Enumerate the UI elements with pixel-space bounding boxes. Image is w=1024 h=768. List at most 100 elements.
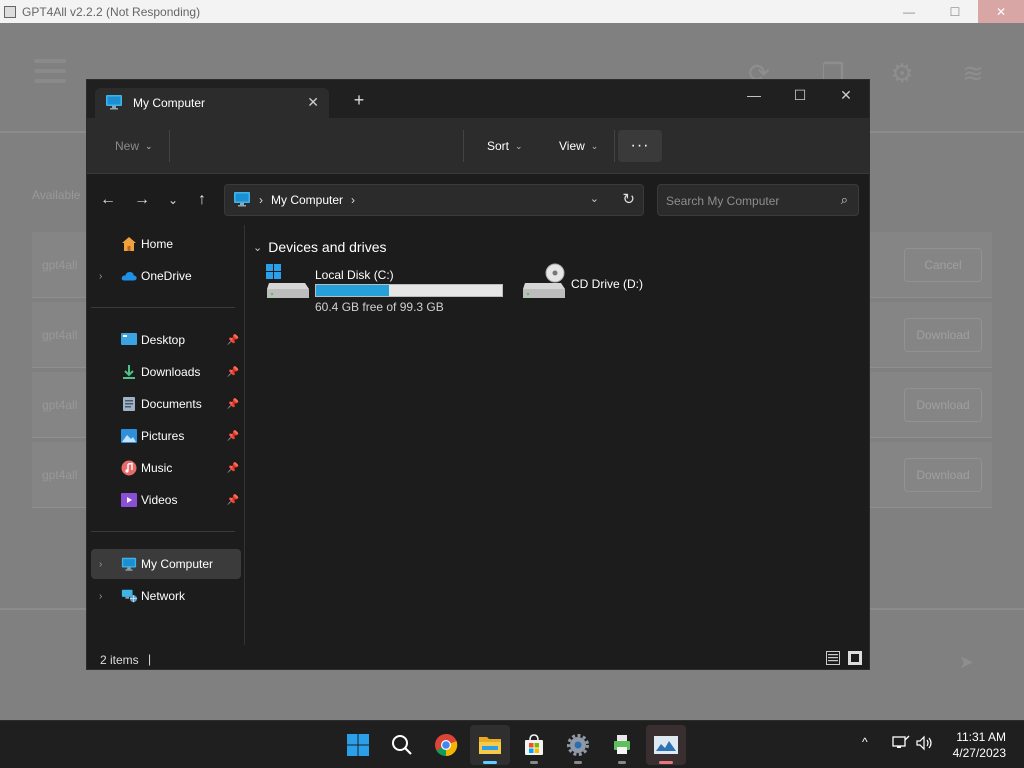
drive-local-disk-c[interactable]: Local Disk (C:) 60.4 GB free of 99.3 GB — [265, 263, 515, 314]
download-button[interactable]: Download — [904, 458, 982, 492]
sidebar-item-home[interactable]: Home — [91, 229, 241, 259]
sidebar-item-network[interactable]: › Network — [91, 581, 241, 611]
sidebar-item-downloads[interactable]: Downloads 📌 — [91, 357, 241, 387]
sidebar-item-videos[interactable]: Videos 📌 — [91, 485, 241, 515]
running-indicator — [574, 761, 582, 764]
expand-chevron-icon[interactable]: › — [99, 271, 102, 282]
sidebar-item-music[interactable]: Music 📌 — [91, 453, 241, 483]
more-options-button[interactable]: ··· — [618, 130, 662, 162]
minimize-button[interactable]: — — [731, 80, 777, 110]
group-title: Devices and drives — [268, 239, 387, 255]
background-window-title: GPT4All v2.2.2 (Not Responding) — [22, 4, 201, 19]
status-bar: 2 items | — [87, 645, 869, 669]
chrome-icon[interactable] — [426, 725, 466, 765]
drive-cd-d[interactable]: CD Drive (D:) — [521, 263, 661, 313]
status-divider: | — [148, 652, 152, 666]
sidebar-item-desktop[interactable]: Desktop 📌 — [91, 325, 241, 355]
item-count: 2 items — [100, 653, 139, 667]
file-explorer-window: My Computer ✕ + — ☐ ✕ New ⌄ Sort ⌄ View ⌄ ·… — [86, 79, 870, 670]
sidebar-item-my-computer[interactable]: › My Computer — [91, 549, 241, 579]
collapse-chevron-icon[interactable]: ⌄ — [253, 241, 262, 254]
network-icon[interactable]: ≋ — [958, 59, 988, 87]
system-clock[interactable]: 11:31 AM 4/27/2023 — [953, 729, 1006, 761]
bg-minimize-button[interactable]: — — [886, 0, 932, 23]
clock-date: 4/27/2023 — [952, 746, 1006, 760]
model-name: gpt4all — [42, 468, 78, 482]
pin-icon: 📌 — [226, 398, 239, 410]
search-icon[interactable]: ⌕ — [841, 192, 848, 208]
chevron-down-icon: ⌄ — [145, 140, 153, 151]
address-bar[interactable]: › My Computer › ⌄ ↻ — [224, 184, 644, 216]
toolbar-divider — [463, 130, 464, 162]
breadcrumb-chevron-icon[interactable]: › — [351, 193, 355, 207]
microsoft-store-icon[interactable] — [514, 725, 554, 765]
onedrive-cloud-icon — [121, 268, 137, 284]
expand-chevron-icon[interactable]: › — [99, 591, 102, 602]
bg-close-button[interactable]: ✕ — [978, 0, 1024, 23]
view-button[interactable]: View ⌄ — [559, 132, 598, 160]
hard-drive-windows-icon — [265, 263, 311, 303]
pin-icon: 📌 — [226, 494, 239, 506]
sidebar-item-pictures[interactable]: Pictures 📌 — [91, 421, 241, 451]
close-window-button[interactable]: ✕ — [823, 80, 869, 110]
pictures-icon — [121, 428, 137, 444]
back-arrow-icon[interactable]: ← — [96, 188, 120, 212]
search-input[interactable] — [666, 192, 826, 210]
tab-my-computer[interactable]: My Computer ✕ — [95, 88, 329, 118]
drive-free-space: 60.4 GB free of 99.3 GB — [315, 300, 444, 314]
search-icon[interactable] — [382, 725, 422, 765]
download-button[interactable]: Download — [904, 388, 982, 422]
up-arrow-icon[interactable]: ↑ — [190, 188, 214, 212]
address-dropdown-icon[interactable]: ⌄ — [590, 192, 599, 205]
search-box[interactable]: ⌕ — [657, 184, 859, 216]
file-explorer-icon[interactable] — [470, 725, 510, 765]
running-indicator — [530, 761, 538, 764]
sidebar-item-documents[interactable]: Documents 📌 — [91, 389, 241, 419]
sidebar-label: Music — [141, 461, 173, 475]
active-indicator — [483, 761, 497, 764]
monitor-icon — [105, 94, 123, 113]
recent-locations-chevron-icon[interactable]: ⌄ — [161, 188, 185, 212]
sidebar-item-onedrive[interactable]: › OneDrive — [91, 261, 241, 291]
settings-gear-icon[interactable] — [558, 725, 598, 765]
details-view-icon[interactable] — [826, 651, 840, 665]
expand-chevron-icon[interactable]: › — [99, 559, 102, 570]
gpt4all-taskbar-icon[interactable] — [646, 725, 686, 765]
network-status-icon[interactable] — [892, 735, 910, 754]
show-hidden-icons-chevron-icon[interactable]: ^ — [862, 735, 868, 749]
large-icons-view-icon[interactable] — [848, 651, 862, 665]
maximize-button[interactable]: ☐ — [777, 80, 823, 110]
volume-icon[interactable] — [916, 735, 934, 754]
download-arrow-icon — [121, 364, 137, 380]
music-icon — [121, 460, 137, 476]
taskbar: ^ 11:31 AM 4/27/2023 — [0, 720, 1024, 768]
cancel-button[interactable]: Cancel — [904, 248, 982, 282]
pin-icon: 📌 — [226, 366, 239, 378]
forward-arrow-icon[interactable]: → — [130, 188, 154, 212]
breadcrumb-my-computer[interactable]: My Computer — [271, 193, 343, 207]
hamburger-menu-icon[interactable] — [34, 59, 66, 85]
network-icon — [121, 588, 137, 604]
refresh-icon[interactable]: ↻ — [622, 190, 635, 208]
breadcrumb-chevron-icon[interactable]: › — [259, 193, 263, 207]
close-tab-icon[interactable]: ✕ — [307, 94, 319, 111]
devices-group-header[interactable]: ⌄ Devices and drives — [253, 239, 387, 255]
bg-maximize-button[interactable]: ☐ — [932, 0, 978, 23]
download-button[interactable]: Download — [904, 318, 982, 352]
background-window-titlebar: GPT4All v2.2.2 (Not Responding) — ☐ ✕ — [0, 0, 1024, 23]
printer-app-icon[interactable] — [602, 725, 642, 765]
settings-gear-icon[interactable]: ⚙ — [887, 59, 917, 87]
sidebar-label: My Computer — [141, 557, 214, 571]
sidebar-label: Desktop — [141, 333, 186, 347]
start-windows-icon[interactable] — [338, 725, 378, 765]
drive-name: CD Drive (D:) — [571, 277, 643, 291]
sidebar-divider — [91, 307, 235, 308]
sort-button[interactable]: Sort ⌄ — [487, 132, 523, 160]
send-icon[interactable]: ➤ — [959, 652, 974, 673]
new-button[interactable]: New ⌄ — [115, 132, 153, 160]
gpt4all-app-icon — [4, 5, 16, 18]
chevron-down-icon: ⌄ — [515, 140, 523, 151]
sort-label: Sort — [487, 139, 510, 153]
new-tab-button[interactable]: + — [349, 90, 369, 110]
model-name: gpt4all — [42, 398, 78, 412]
